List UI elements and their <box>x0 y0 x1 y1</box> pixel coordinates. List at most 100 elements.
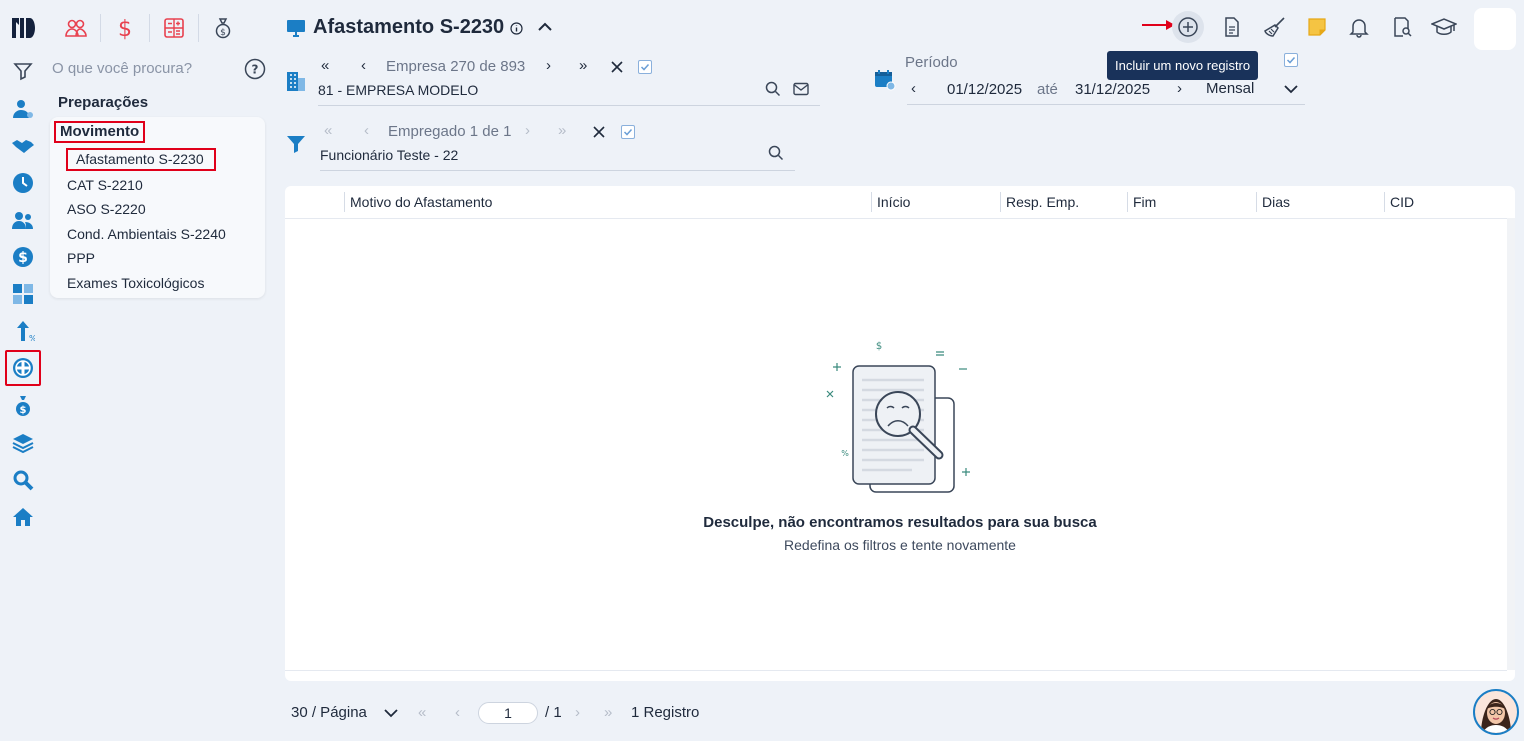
module-divider <box>149 14 150 42</box>
health-safety-icon[interactable] <box>11 356 35 380</box>
calculator-icon[interactable] <box>11 282 35 306</box>
column-header-motivo[interactable]: Motivo do Afastamento <box>350 194 492 210</box>
building-icon <box>286 70 306 92</box>
column-header-fim[interactable]: Fim <box>1133 194 1156 210</box>
column-separator <box>1256 192 1257 212</box>
employee-next-button[interactable]: › <box>525 122 530 139</box>
document-search-icon <box>1394 17 1412 37</box>
broom-icon <box>1264 17 1285 37</box>
module-calculator-icon[interactable] <box>156 10 192 46</box>
company-first-button[interactable]: « <box>321 57 329 74</box>
empty-state-title: Desculpe, não encontramos resultados par… <box>703 514 1097 531</box>
module-dollar-icon[interactable]: $ <box>107 10 143 46</box>
menu-item-afastamento[interactable]: Afastamento S-2230 <box>66 148 216 171</box>
app-logo[interactable] <box>10 14 36 40</box>
menu-item-aso[interactable]: ASO S-2220 <box>67 201 146 217</box>
company-next-button[interactable]: › <box>546 57 551 74</box>
add-record-button[interactable] <box>1172 11 1204 43</box>
info-icon[interactable] <box>510 22 523 35</box>
column-header-cid[interactable]: CID <box>1390 194 1414 210</box>
employee-settings-icon[interactable] <box>11 97 35 121</box>
chevron-up-icon[interactable] <box>536 19 554 35</box>
empty-state-subtitle: Redefina os filtros e tente novamente <box>784 537 1016 553</box>
record-count: 1 Registro <box>631 704 700 721</box>
menu-search-input[interactable]: O que você procura? <box>52 60 192 77</box>
clean-button[interactable] <box>1259 11 1291 43</box>
dollar-circle-icon[interactable]: $ <box>11 245 35 269</box>
employee-prev-button[interactable]: ‹ <box>364 122 369 139</box>
page-number-input[interactable]: 1 <box>478 702 538 724</box>
page-next-button[interactable]: › <box>575 704 580 721</box>
page-title: Afastamento S-2230 <box>313 16 505 38</box>
monitor-icon <box>286 19 306 37</box>
money-bag-icon[interactable]: $ <box>11 394 35 418</box>
period-next-button[interactable]: › <box>1177 80 1182 97</box>
period-start-field[interactable]: 01/12/2025 <box>947 81 1022 98</box>
notifications-button[interactable] <box>1343 11 1375 43</box>
assistant-avatar[interactable] <box>1473 689 1519 735</box>
employee-first-button[interactable]: « <box>324 122 332 139</box>
company-search-icon[interactable] <box>765 81 781 97</box>
company-field[interactable]: 81 - EMPRESA MODELO <box>318 82 478 98</box>
table-footer-divider <box>285 670 1507 671</box>
clock-icon[interactable] <box>11 171 35 195</box>
people-icon[interactable] <box>11 208 35 232</box>
page-size-select[interactable]: 30 / Página <box>291 704 367 721</box>
chevron-down-icon[interactable] <box>1284 84 1298 94</box>
company-checkbox[interactable] <box>638 60 652 74</box>
column-header-dias[interactable]: Dias <box>1262 194 1290 210</box>
employee-search-icon[interactable] <box>768 145 784 161</box>
svg-text:%: % <box>841 449 849 458</box>
svg-text:$: $ <box>220 28 226 38</box>
chevron-down-icon[interactable] <box>384 708 398 718</box>
period-mode-select[interactable]: Mensal <box>1206 80 1254 97</box>
page-first-button[interactable]: « <box>418 704 426 721</box>
user-menu-box[interactable] <box>1474 8 1516 50</box>
module-divider <box>198 14 199 42</box>
employee-last-button[interactable]: » <box>558 122 566 139</box>
growth-arrow-icon[interactable]: % <box>11 319 35 343</box>
menu-section-title[interactable]: Preparações <box>58 94 148 111</box>
employee-clear-icon[interactable] <box>593 126 605 138</box>
handshake-icon[interactable] <box>11 134 35 158</box>
menu-item-ppp[interactable]: PPP <box>67 250 95 266</box>
report-button[interactable] <box>1216 11 1248 43</box>
menu-group-movimento[interactable]: Movimento <box>54 121 146 143</box>
svg-text:$: $ <box>118 17 132 40</box>
company-prev-button[interactable]: ‹ <box>361 57 366 74</box>
period-label: Período <box>905 54 958 71</box>
page-last-button[interactable]: » <box>604 704 612 721</box>
graduation-cap-icon <box>1431 18 1457 35</box>
period-end-field[interactable]: 31/12/2025 <box>1075 81 1150 98</box>
column-separator <box>1000 192 1001 212</box>
period-prev-button[interactable]: ‹ <box>911 80 916 97</box>
home-icon[interactable] <box>11 505 35 529</box>
menu-item-exames-toxicologicos[interactable]: Exames Toxicológicos <box>67 275 204 291</box>
help-icon[interactable]: ? <box>244 58 266 80</box>
company-last-button[interactable]: » <box>579 57 587 74</box>
table-scrollbar[interactable] <box>1507 218 1515 670</box>
employee-field[interactable]: Funcionário Teste - 22 <box>320 147 458 163</box>
company-email-icon[interactable] <box>793 82 809 96</box>
module-people-icon[interactable] <box>58 10 94 46</box>
module-money-bag-icon[interactable]: $ <box>205 10 241 46</box>
menu-item-cat[interactable]: CAT S-2210 <box>67 177 143 193</box>
table-header-divider <box>285 218 1515 219</box>
search-report-button[interactable] <box>1386 11 1418 43</box>
employee-checkbox[interactable] <box>621 125 635 139</box>
search-icon[interactable] <box>11 468 35 492</box>
layers-icon[interactable] <box>11 431 35 455</box>
page-prev-button[interactable]: ‹ <box>455 704 460 721</box>
svg-text:%: % <box>29 334 35 343</box>
employee-field-underline <box>320 170 795 171</box>
training-button[interactable] <box>1428 11 1460 43</box>
company-clear-icon[interactable] <box>611 61 623 73</box>
notes-button[interactable] <box>1301 11 1333 43</box>
period-checkbox[interactable] <box>1284 53 1298 67</box>
column-header-inicio[interactable]: Início <box>877 194 910 210</box>
column-header-resp-emp[interactable]: Resp. Emp. <box>1006 194 1079 210</box>
company-nav-label: Empresa 270 de 893 <box>386 58 526 75</box>
menu-item-cond-ambientais[interactable]: Cond. Ambientais S-2240 <box>67 226 226 242</box>
page-total: / 1 <box>545 704 562 721</box>
filter-icon[interactable] <box>11 59 35 83</box>
